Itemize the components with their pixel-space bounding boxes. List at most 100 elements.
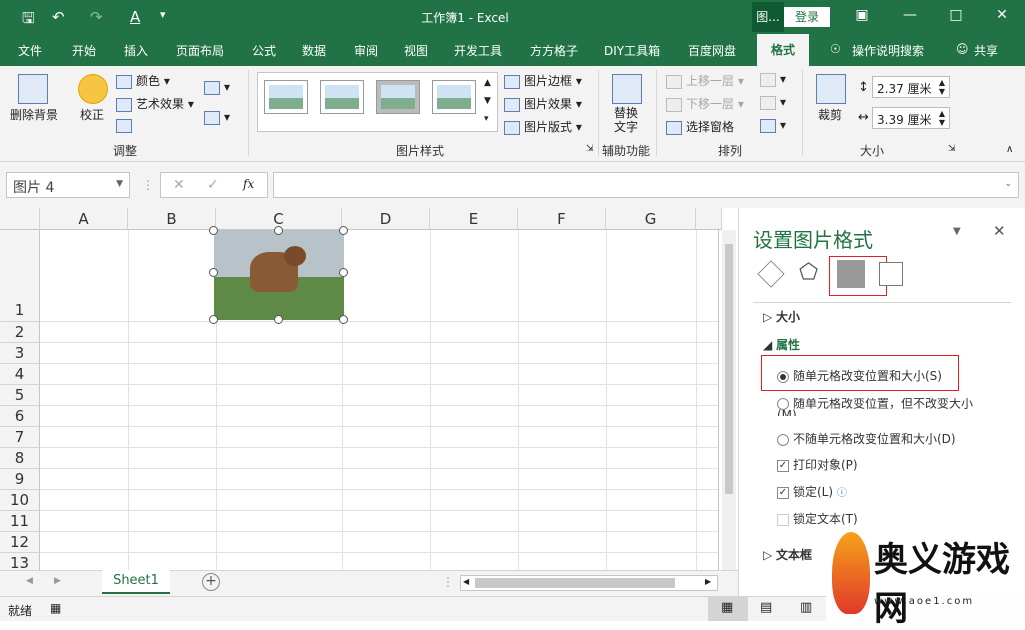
tab-file[interactable]: 文件 xyxy=(18,42,42,59)
alt-text-label[interactable]: 替换 文字 xyxy=(614,106,638,134)
resize-handle[interactable] xyxy=(274,226,283,235)
tab-diy-toolbox[interactable]: DIY工具箱 xyxy=(604,42,660,59)
resize-handle[interactable] xyxy=(274,315,283,324)
column-header[interactable]: E xyxy=(430,208,518,230)
picture-style-2[interactable] xyxy=(320,80,364,114)
scroll-left-icon[interactable]: ◀ xyxy=(463,577,469,586)
tab-review[interactable]: 审阅 xyxy=(354,42,378,59)
formula-input[interactable]: ⌄ xyxy=(273,172,1019,198)
dialog-launcher-icon[interactable]: ⇲ xyxy=(586,144,594,154)
artistic-effects-button[interactable]: 艺术效果 ▾ xyxy=(116,95,194,112)
resize-handle[interactable] xyxy=(339,315,348,324)
row-header[interactable]: 1 xyxy=(0,230,40,322)
resize-handle[interactable] xyxy=(209,315,218,324)
fill-line-icon[interactable] xyxy=(757,260,785,288)
size-section-header[interactable]: ▷ 大小 xyxy=(763,308,800,325)
collapse-ribbon-icon[interactable]: ∧ xyxy=(1006,144,1013,155)
picture-style-3[interactable] xyxy=(376,80,420,114)
print-object-checkbox[interactable]: ✓ 打印对象(P) xyxy=(777,456,858,473)
properties-section-header[interactable]: ◢ 属性 xyxy=(763,336,800,353)
row-header[interactable]: 3 xyxy=(0,343,40,364)
horizontal-scrollbar[interactable]: ◀ ▶ xyxy=(460,575,718,591)
prev-sheet-icon[interactable]: ◀ xyxy=(26,576,33,586)
column-header[interactable]: B xyxy=(128,208,216,230)
text-box-section-header[interactable]: ▷ 文本框 xyxy=(763,546,812,563)
sheet-tab[interactable]: Sheet1 xyxy=(102,570,170,594)
row-header[interactable]: 7 xyxy=(0,427,40,448)
normal-view-button[interactable]: ▦ xyxy=(708,597,748,621)
picture-tools-tab[interactable]: 图... xyxy=(752,2,784,32)
group-objects-button[interactable]: ▾ xyxy=(760,95,786,110)
picture-style-1[interactable] xyxy=(264,80,308,114)
row-header[interactable]: 12 xyxy=(0,532,40,553)
remove-background-button[interactable] xyxy=(18,74,48,104)
row-header[interactable]: 13 xyxy=(0,553,40,570)
picture-border-button[interactable]: 图片边框 ▾ xyxy=(504,72,582,89)
height-input[interactable]: 2.37 厘米 ▲ ▼ xyxy=(872,76,950,98)
row-header[interactable]: 5 xyxy=(0,385,40,406)
next-sheet-icon[interactable]: ▶ xyxy=(54,576,61,586)
row-header[interactable]: 10 xyxy=(0,490,40,511)
cancel-icon[interactable]: ✕ xyxy=(173,177,185,193)
insert-function-icon[interactable]: fx xyxy=(243,177,254,191)
selected-picture[interactable] xyxy=(214,230,344,320)
login-button[interactable]: 登录 xyxy=(784,7,830,27)
scroll-thumb[interactable] xyxy=(725,244,733,494)
column-header[interactable]: A xyxy=(40,208,128,230)
tab-page-layout[interactable]: 页面布局 xyxy=(176,42,224,59)
locked-checkbox[interactable]: ✓ 锁定(L) ⓘ xyxy=(777,483,847,500)
tab-formulas[interactable]: 公式 xyxy=(252,42,276,59)
name-box[interactable]: 图片 4 ▼ xyxy=(6,172,130,198)
correct-label[interactable]: 校正 xyxy=(80,106,104,123)
picture-layout-button[interactable]: 图片版式 ▾ xyxy=(504,118,582,135)
alt-text-button[interactable] xyxy=(612,74,642,104)
row-header[interactable]: 8 xyxy=(0,448,40,469)
row-header[interactable]: 2 xyxy=(0,322,40,343)
close-icon[interactable]: ✕ xyxy=(990,7,1014,23)
correct-button[interactable] xyxy=(78,74,108,104)
effects-pentagon-icon[interactable]: ⬠ xyxy=(799,262,818,284)
tell-me-search[interactable]: 操作说明搜索 xyxy=(852,42,924,59)
page-break-view-icon[interactable]: ▥ xyxy=(800,600,812,615)
lock-text-checkbox[interactable]: 锁定文本(T) xyxy=(777,510,858,527)
page-layout-view-icon[interactable]: ▤ xyxy=(760,600,772,615)
tab-fangfang[interactable]: 方方格子 xyxy=(530,42,578,59)
tab-format[interactable]: 格式 xyxy=(757,34,809,66)
resize-handle[interactable] xyxy=(339,268,348,277)
tab-baidu-disk[interactable]: 百度网盘 xyxy=(688,42,736,59)
minimize-icon[interactable]: — xyxy=(898,7,922,23)
tab-data[interactable]: 数据 xyxy=(302,42,326,59)
close-pane-icon[interactable]: ✕ xyxy=(993,222,1006,240)
column-header[interactable]: F xyxy=(518,208,606,230)
row-header[interactable]: 9 xyxy=(0,469,40,490)
compress-pictures-button[interactable] xyxy=(116,118,136,133)
gallery-scroll[interactable]: ▲ ▼ ▾ xyxy=(484,74,491,128)
add-sheet-icon[interactable]: + xyxy=(202,573,220,591)
column-header[interactable]: G xyxy=(606,208,696,230)
size-dialog-launcher-icon[interactable]: ⇲ xyxy=(948,144,956,154)
enter-icon[interactable]: ✓ xyxy=(207,177,219,193)
resize-handle[interactable] xyxy=(339,226,348,235)
resize-handle[interactable] xyxy=(209,268,218,277)
pane-scrollbar[interactable] xyxy=(1011,308,1023,548)
share-button[interactable]: 共享 xyxy=(974,42,998,59)
column-header[interactable]: D xyxy=(342,208,430,230)
crop-button[interactable] xyxy=(816,74,846,104)
scroll-thumb[interactable] xyxy=(475,578,675,588)
tab-home[interactable]: 开始 xyxy=(72,42,96,59)
expand-formula-icon[interactable]: ⌄ xyxy=(1004,179,1012,189)
picture-icon[interactable] xyxy=(879,262,903,286)
worksheet-grid[interactable]: A B C D E F G 1 2 3 4 5 6 7 8 9 10 11 12… xyxy=(0,208,738,570)
tab-insert[interactable]: 插入 xyxy=(124,42,148,59)
row-header[interactable]: 4 xyxy=(0,364,40,385)
tab-view[interactable]: 视图 xyxy=(404,42,428,59)
change-picture-button[interactable]: ▾ xyxy=(204,80,230,95)
split-handle[interactable]: ⋮ xyxy=(442,575,454,589)
picture-effects-button[interactable]: 图片效果 ▾ xyxy=(504,95,582,112)
color-button[interactable]: 颜色 ▾ xyxy=(116,72,170,89)
tab-developer[interactable]: 开发工具 xyxy=(454,42,502,59)
pane-options-icon[interactable]: ▼ xyxy=(953,226,961,237)
option-move-only[interactable]: 随单元格改变位置，但不改变大小(M) xyxy=(777,398,987,416)
remove-background-label[interactable]: 删除背景 xyxy=(10,106,58,123)
width-input[interactable]: 3.39 厘米 ▲ ▼ xyxy=(872,107,950,129)
